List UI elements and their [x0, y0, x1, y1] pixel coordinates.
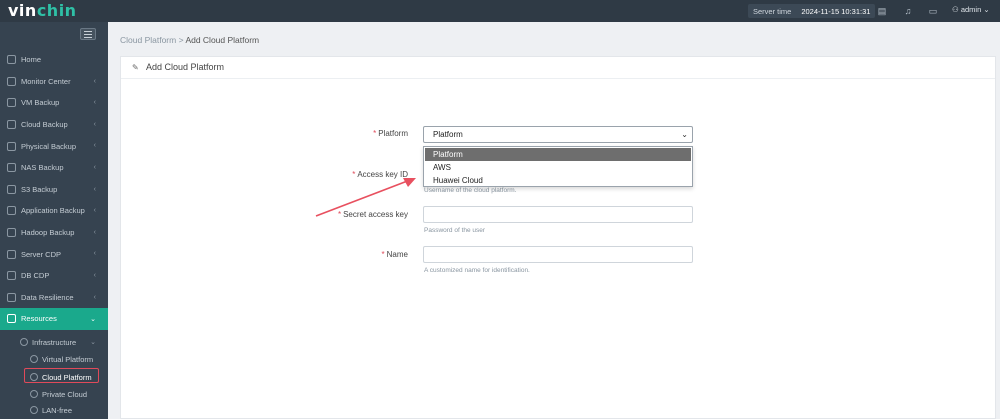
chevron-down-icon: ⌄: [681, 130, 688, 139]
cloud-icon: [7, 120, 16, 130]
sidebar-item-label: Hadoop Backup: [21, 228, 75, 238]
sidebar-item-home[interactable]: Home: [0, 49, 108, 71]
infrastructure-icon: [20, 338, 28, 346]
private-cloud-icon: [30, 390, 38, 398]
sidebar-item-label: Physical Backup: [21, 141, 77, 151]
lan-free-icon: [30, 406, 38, 414]
bell-icon[interactable]: ♫: [902, 5, 914, 17]
vm-icon: [7, 98, 16, 108]
sidebar-item-lan-free[interactable]: LAN-free: [0, 401, 108, 419]
server-time: Server time 2024-11-15 10:31:31: [748, 4, 876, 18]
platform-dropdown-list: Platform AWS Huawei Cloud: [423, 146, 693, 187]
monitor-icon: [7, 76, 16, 86]
chevron-left-icon: ‹: [93, 250, 96, 258]
chevron-left-icon: ‹: [93, 120, 96, 128]
chevron-left-icon: ‹: [93, 207, 96, 215]
sidebar-item-label: VM Backup: [21, 98, 60, 108]
panel-title: Add Cloud Platform: [146, 62, 225, 72]
name-help: A customized name for identification.: [424, 267, 530, 274]
nas-icon: [7, 163, 16, 173]
sidebar-item-monitor-center[interactable]: Monitor Center ‹: [0, 71, 108, 93]
chevron-down-icon: ⌄: [90, 316, 96, 324]
sidebar-item-label: DB CDP: [21, 271, 50, 281]
hadoop-icon: [7, 228, 16, 238]
server-time-label: Server time: [753, 6, 792, 16]
sidebar-item-virtual-platform[interactable]: Virtual Platform: [0, 350, 108, 368]
chevron-down-icon: ⌄: [983, 5, 990, 14]
sidebar-item-application-backup[interactable]: Application Backup ‹: [0, 200, 108, 222]
platform-option[interactable]: Platform: [425, 148, 691, 161]
platform-option-huawei-cloud[interactable]: Huawei Cloud: [425, 174, 691, 187]
sidebar-item-cloud-backup[interactable]: Cloud Backup ‹: [0, 114, 108, 136]
sidebar-item-s3-backup[interactable]: S3 Backup ‹: [0, 179, 108, 201]
sidebar-item-db-cdp[interactable]: DB CDP ‹: [0, 265, 108, 287]
server-icon: [7, 141, 16, 151]
chevron-left-icon: ‹: [93, 228, 96, 236]
name-label: * Name: [381, 250, 408, 259]
secret-key-help: Password of the user: [424, 227, 486, 234]
cdp-icon: [7, 249, 16, 259]
s3-icon: [7, 184, 16, 194]
vinchin-logo[interactable]: vinchin: [8, 1, 77, 20]
sidebar-toggle-button[interactable]: [80, 28, 96, 40]
platform-select[interactable]: Platform ⌄: [423, 126, 693, 143]
chevron-left-icon: ‹: [93, 77, 96, 85]
server-time-value: 2024-11-15 10:31:31: [801, 6, 871, 16]
sidebar-item-resources[interactable]: Resources ⌄: [0, 308, 108, 330]
sidebar-item-label: Server CDP: [21, 249, 62, 259]
breadcrumb: Cloud Platform > Add Cloud Platform: [120, 35, 260, 45]
sidebar-item-label: Data Resilience: [21, 292, 74, 302]
platform-option-aws[interactable]: AWS: [425, 161, 691, 174]
sidebar-item-infrastructure[interactable]: Infrastructure ⌄: [0, 333, 108, 351]
chevron-left-icon: ‹: [93, 293, 96, 301]
chevron-left-icon: ‹: [93, 164, 96, 171]
monitor-icon[interactable]: ▭: [927, 5, 939, 17]
name-input[interactable]: [423, 246, 693, 263]
platform-label: * Platform: [373, 129, 408, 138]
breadcrumb-parent[interactable]: Cloud Platform: [120, 35, 176, 45]
document-icon[interactable]: ▤: [876, 5, 888, 17]
cloud-platform-highlight-box: [24, 368, 99, 383]
sidebar-item-label: S3 Backup: [21, 184, 58, 194]
add-cloud-platform-panel: ✎ Add Cloud Platform: [120, 56, 996, 419]
breadcrumb-current: Add Cloud Platform: [185, 35, 260, 45]
chevron-down-icon: ⌄: [90, 339, 96, 346]
panel-header: ✎ Add Cloud Platform: [121, 57, 995, 79]
sidebar-item-label: Home: [21, 55, 42, 65]
user-menu[interactable]: ⚇ admin ⌄: [952, 5, 990, 14]
access-key-label: * Access key ID: [352, 170, 408, 179]
shield-icon: [7, 292, 16, 302]
sidebar-item-label: Application Backup: [21, 206, 85, 216]
chevron-left-icon: ‹: [93, 99, 96, 107]
secret-key-label: * Secret access key: [337, 210, 408, 219]
sidebar-item-hadoop-backup[interactable]: Hadoop Backup ‹: [0, 222, 108, 244]
secret-key-input[interactable]: [423, 206, 693, 223]
user-icon: ⚇: [952, 5, 961, 14]
chevron-left-icon: ‹: [93, 185, 96, 193]
home-icon: [7, 55, 16, 65]
access-key-help: Username of the cloud platform.: [424, 187, 517, 194]
sidebar-item-label: NAS Backup: [21, 163, 64, 173]
application-icon: [7, 206, 16, 216]
sidebar-item-label: Cloud Backup: [21, 120, 68, 130]
grid-icon: [7, 314, 16, 324]
chevron-left-icon: ‹: [93, 142, 96, 150]
database-icon: [7, 271, 16, 281]
edit-icon: ✎: [132, 63, 139, 72]
sidebar-item-server-cdp[interactable]: Server CDP ‹: [0, 243, 108, 265]
sidebar-item-label: Monitor Center: [21, 76, 71, 86]
virtual-platform-icon: [30, 355, 38, 363]
sidebar-item-physical-backup[interactable]: Physical Backup ‹: [0, 135, 108, 157]
sidebar-item-vm-backup[interactable]: VM Backup ‹: [0, 92, 108, 114]
chevron-left-icon: ‹: [93, 272, 96, 279]
sidebar-item-data-resilience[interactable]: Data Resilience ‹: [0, 287, 108, 309]
top-bar: vinchin Server time 2024-11-15 10:31:31 …: [0, 0, 1000, 22]
sidebar-item-label: Resources: [21, 314, 57, 324]
sidebar-item-nas-backup[interactable]: NAS Backup ‹: [0, 157, 108, 179]
